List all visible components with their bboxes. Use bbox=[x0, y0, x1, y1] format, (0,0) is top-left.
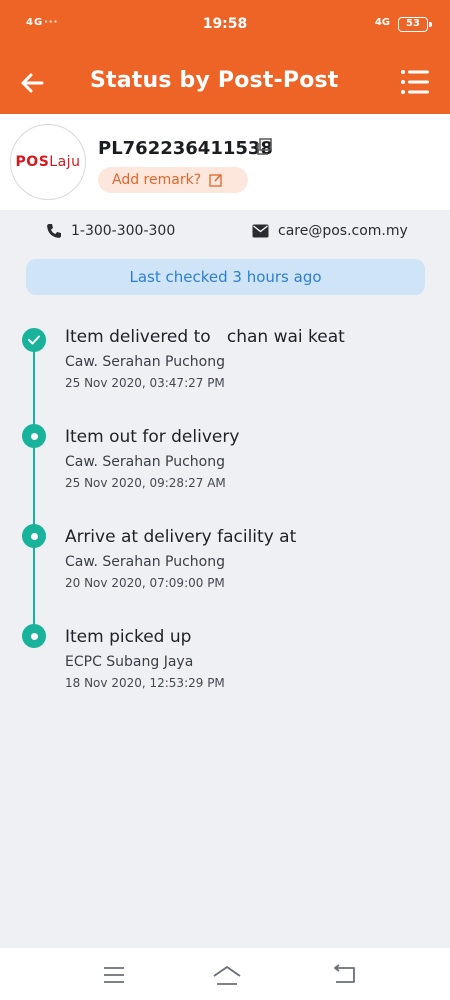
event-datetime: 25 Nov 2020, 09:28:27 AM bbox=[65, 476, 226, 490]
menu-icon bbox=[104, 967, 124, 983]
timeline-event: Item out for delivery Caw. Serahan Pucho… bbox=[0, 418, 450, 518]
timeline-event: Arrive at delivery facility at Caw. Sera… bbox=[0, 518, 450, 618]
app-header: Status by Post-Post bbox=[0, 50, 450, 114]
event-location: Caw. Serahan Puchong bbox=[65, 454, 225, 470]
contact-strip: 1-300-300-300 care@pos.com.my bbox=[0, 210, 450, 256]
event-title: Item picked up bbox=[65, 627, 192, 647]
tracking-number: PL762236411538 bbox=[98, 138, 273, 159]
timeline-dot-icon bbox=[22, 624, 46, 648]
mail-icon bbox=[252, 224, 269, 238]
app-screen: 4G ··· 19:58 4G 53 Status by Post-Post P… bbox=[0, 0, 450, 1000]
phone-icon bbox=[47, 224, 61, 238]
back-button[interactable] bbox=[18, 68, 48, 98]
phone-link[interactable]: 1-300-300-300 bbox=[46, 223, 175, 239]
email-address: care@pos.com.my bbox=[278, 223, 408, 239]
recent-apps-button[interactable] bbox=[100, 964, 128, 986]
copy-icon bbox=[257, 138, 272, 155]
event-datetime: 20 Nov 2020, 07:09:00 PM bbox=[65, 576, 225, 590]
back-nav-button[interactable] bbox=[330, 964, 358, 986]
courier-logo: POSLaju bbox=[10, 124, 86, 200]
email-link[interactable]: care@pos.com.my bbox=[252, 223, 408, 239]
system-nav-bar bbox=[0, 948, 450, 1000]
last-checked-banner: Last checked 3 hours ago bbox=[26, 259, 425, 295]
event-title: Item delivered to chan wai keat bbox=[65, 327, 345, 347]
phone-number: 1-300-300-300 bbox=[71, 223, 176, 239]
parcel-info-card: POSLaju PL762236411538 Add remark? bbox=[0, 114, 450, 210]
status-bar: 4G ··· 19:58 4G 53 bbox=[0, 0, 450, 50]
check-icon bbox=[22, 328, 46, 352]
event-title: Arrive at delivery facility at bbox=[65, 527, 297, 547]
copy-button[interactable] bbox=[255, 138, 273, 156]
add-remark-label: Add remark? bbox=[112, 172, 202, 188]
timeline-event: Item picked up ECPC Subang Jaya 18 Nov 2… bbox=[0, 618, 450, 718]
add-remark-button[interactable]: Add remark? bbox=[98, 167, 248, 193]
timeline-event: Item delivered to chan wai keat Caw. Ser… bbox=[0, 318, 450, 418]
event-location: Caw. Serahan Puchong bbox=[65, 554, 225, 570]
event-title: Item out for delivery bbox=[65, 427, 240, 447]
event-datetime: 25 Nov 2020, 03:47:27 PM bbox=[65, 376, 225, 390]
home-icon bbox=[213, 966, 241, 985]
timeline-dot-icon bbox=[22, 524, 46, 548]
event-datetime: 18 Nov 2020, 12:53:29 PM bbox=[65, 676, 225, 690]
arrow-left-icon bbox=[21, 73, 44, 93]
page-title: Status by Post-Post bbox=[90, 68, 339, 93]
logo-text: POSLaju bbox=[15, 154, 81, 170]
edit-icon bbox=[209, 173, 222, 187]
home-button[interactable] bbox=[212, 964, 241, 986]
list-menu-icon bbox=[401, 70, 429, 94]
timeline-dot-icon bbox=[22, 424, 46, 448]
menu-button[interactable] bbox=[400, 68, 430, 96]
back-icon bbox=[334, 964, 355, 983]
event-location: Caw. Serahan Puchong bbox=[65, 354, 225, 370]
event-location: ECPC Subang Jaya bbox=[65, 654, 194, 670]
battery-icon: 53 bbox=[398, 17, 432, 32]
network-indicator: 4G bbox=[374, 17, 390, 28]
